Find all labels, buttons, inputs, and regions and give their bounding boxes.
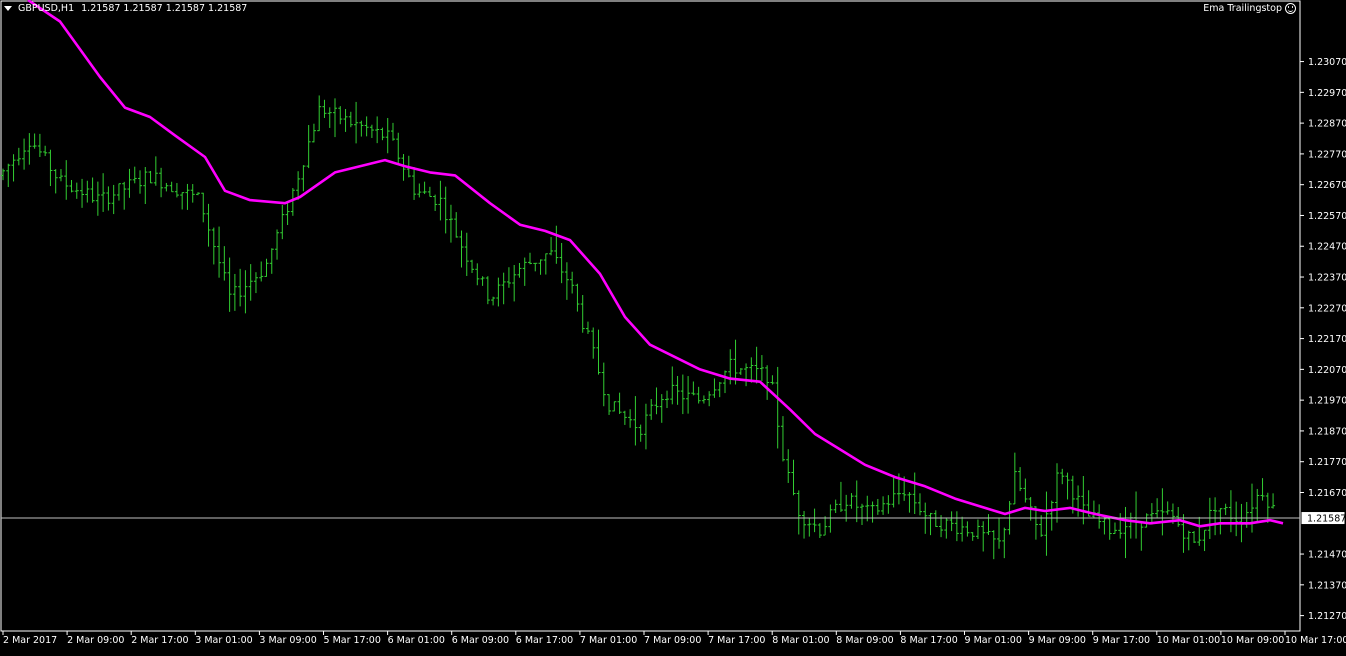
indicator-name: Ema Trailingstop xyxy=(1203,3,1282,14)
x-tick-label: 10 Mar 17:00 xyxy=(1285,635,1346,646)
symbol-label: GBPUSD,H1 xyxy=(18,3,75,14)
y-tick-label: 1.22470 xyxy=(1308,242,1346,253)
x-tick-label: 9 Mar 17:00 xyxy=(1093,635,1150,646)
ohlc-readout: 1.21587 1.21587 1.21587 1.21587 xyxy=(81,3,248,14)
x-tick-label: 9 Mar 09:00 xyxy=(1029,635,1086,646)
x-tick-label: 7 Mar 09:00 xyxy=(644,635,701,646)
x-tick-label: 7 Mar 01:00 xyxy=(580,635,637,646)
x-tick-label: 8 Mar 17:00 xyxy=(900,635,957,646)
x-tick-label: 10 Mar 09:00 xyxy=(1221,635,1284,646)
x-tick-label: 6 Mar 01:00 xyxy=(388,635,445,646)
y-tick-label: 1.22370 xyxy=(1308,273,1346,284)
x-tick-label: 6 Mar 17:00 xyxy=(516,635,573,646)
ema-line xyxy=(27,0,1284,528)
smiley-icon xyxy=(1285,3,1296,14)
x-tick-label: 10 Mar 01:00 xyxy=(1157,635,1220,646)
x-tick-label: 7 Mar 17:00 xyxy=(708,635,765,646)
x-tick-label: 8 Mar 09:00 xyxy=(836,635,893,646)
y-tick-label: 1.22770 xyxy=(1308,149,1346,160)
y-tick-label: 1.23070 xyxy=(1308,57,1346,68)
x-tick-label: 9 Mar 01:00 xyxy=(965,635,1022,646)
x-tick-label: 2 Mar 2017 xyxy=(3,635,57,646)
chart-header: GBPUSD,H1 1.21587 1.21587 1.21587 1.2158… xyxy=(4,3,247,14)
x-tick-label: 6 Mar 09:00 xyxy=(452,635,509,646)
y-tick-label: 1.21970 xyxy=(1308,396,1346,407)
y-tick-label: 1.22070 xyxy=(1308,365,1346,376)
y-tick-label: 1.22570 xyxy=(1308,211,1346,222)
y-tick-label: 1.21770 xyxy=(1308,457,1346,468)
current-price-label: 1.21587 xyxy=(1307,514,1346,525)
y-tick-label: 1.22670 xyxy=(1308,180,1346,191)
y-tick-label: 1.22970 xyxy=(1308,88,1346,99)
x-tick-label: 2 Mar 09:00 xyxy=(67,635,124,646)
x-tick-label: 8 Mar 01:00 xyxy=(772,635,829,646)
chart-svg: 1.23070 1.22970 1.22870 1.22770 1.22670 1.225… xyxy=(0,0,1346,646)
y-tick-label: 1.21670 xyxy=(1308,488,1346,499)
indicator-label[interactable]: Ema Trailingstop xyxy=(1203,3,1296,14)
plot-frame xyxy=(0,0,1301,632)
y-tick-label: 1.21470 xyxy=(1308,550,1346,561)
y-tick-label: 1.22270 xyxy=(1308,303,1346,314)
y-tick-label: 1.21270 xyxy=(1308,611,1346,622)
y-tick-label: 1.22870 xyxy=(1308,119,1346,130)
y-tick-label: 1.21870 xyxy=(1308,426,1346,437)
y-tick-label: 1.22170 xyxy=(1308,334,1346,345)
x-tick-label: 3 Mar 09:00 xyxy=(259,635,316,646)
chart[interactable]: 1.23070 1.22970 1.22870 1.22770 1.22670 1.225… xyxy=(0,0,1346,652)
x-tick-label: 5 Mar 17:00 xyxy=(324,635,381,646)
x-tick-label: 3 Mar 01:00 xyxy=(195,635,252,646)
chevron-down-icon[interactable] xyxy=(4,6,12,11)
x-tick-label: 2 Mar 17:00 xyxy=(131,635,188,646)
y-tick-label: 1.21370 xyxy=(1308,580,1346,591)
